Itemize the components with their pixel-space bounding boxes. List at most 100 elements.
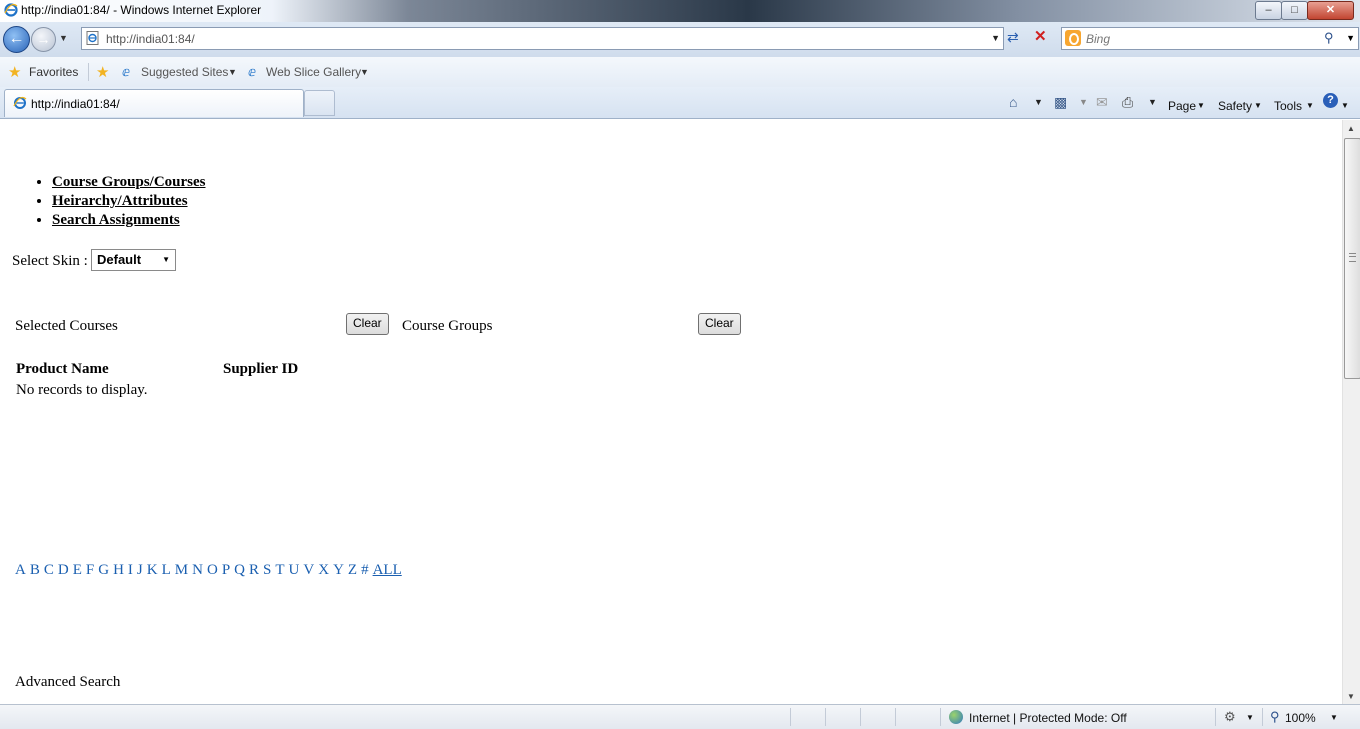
letter-filter-n[interactable]: N: [192, 562, 203, 578]
stop-icon[interactable]: ✕: [1034, 27, 1047, 45]
web-slice-dropdown-icon[interactable]: ▼: [360, 67, 369, 77]
advanced-search-label[interactable]: Advanced Search: [15, 674, 120, 691]
search-options-dropdown-icon[interactable]: ▼: [1346, 33, 1355, 43]
address-url: http://india01:84/: [106, 32, 195, 46]
scroll-down-icon[interactable]: ▼: [1347, 692, 1355, 701]
letter-filter-h[interactable]: H: [113, 562, 124, 578]
help-dropdown-icon[interactable]: ▼: [1341, 101, 1349, 110]
feeds-dropdown-icon[interactable]: ▼: [1079, 97, 1088, 107]
address-dropdown-icon[interactable]: ▼: [991, 33, 1000, 43]
suggested-sites-link[interactable]: Suggested Sites: [141, 65, 228, 79]
suggested-sites-dropdown-icon[interactable]: ▼: [228, 67, 237, 77]
protected-mode-dropdown-icon[interactable]: ▼: [1246, 713, 1254, 722]
column-header-product-name[interactable]: Product Name: [16, 361, 109, 378]
skin-select[interactable]: Default ▼: [91, 249, 176, 271]
internet-zone-globe-icon: [949, 710, 963, 724]
letter-filter-c[interactable]: C: [44, 562, 54, 578]
zoom-level[interactable]: 100%: [1285, 711, 1316, 725]
letter-filter-l[interactable]: L: [162, 562, 171, 578]
bing-icon: [1065, 30, 1081, 46]
scrollbar-thumb[interactable]: [1344, 138, 1360, 379]
page-menu[interactable]: Page: [1168, 99, 1196, 113]
select-skin-label: Select Skin :: [12, 253, 88, 269]
search-assignments-link[interactable]: Search Assignments: [52, 212, 180, 228]
zoom-icon[interactable]: ⚲: [1270, 709, 1280, 725]
tools-menu[interactable]: Tools: [1274, 99, 1302, 113]
tools-menu-dropdown-icon[interactable]: ▼: [1306, 101, 1314, 110]
ie-logo-icon: [4, 3, 18, 17]
letter-filter-all[interactable]: ALL: [373, 562, 402, 578]
favorites-bar: ★ Favorites ★ ⅇ Suggested Sites ▼ ⅇ Web …: [0, 57, 1360, 88]
status-bar: Internet | Protected Mode: Off ⚙ ▼ ⚲ 100…: [0, 704, 1360, 729]
letter-filter-p[interactable]: P: [222, 562, 230, 578]
favorites-button[interactable]: Favorites: [29, 65, 78, 79]
alphabet-filter: A B C D E F G H I J K L M N O P Q R S T U V X Y Z # ALL: [15, 562, 406, 579]
print-dropdown-icon[interactable]: ▼: [1148, 97, 1157, 107]
letter-filter-hash[interactable]: #: [361, 562, 369, 578]
letter-filter-j[interactable]: J: [137, 562, 143, 578]
address-bar[interactable]: http://india01:84/ ▼: [81, 27, 1004, 50]
clear-selected-courses-button[interactable]: Clear: [346, 313, 389, 335]
letter-filter-a[interactable]: A: [15, 562, 26, 578]
letter-filter-k[interactable]: K: [147, 562, 158, 578]
close-button[interactable]: ✕: [1307, 1, 1354, 20]
page-menu-dropdown-icon[interactable]: ▼: [1197, 101, 1205, 110]
safety-menu[interactable]: Safety: [1218, 99, 1252, 113]
course-groups-courses-link[interactable]: Course Groups/Courses: [52, 174, 206, 190]
feeds-icon[interactable]: ▩: [1054, 94, 1067, 111]
letter-filter-u[interactable]: U: [289, 562, 300, 578]
letter-filter-t[interactable]: T: [275, 562, 284, 578]
page-content: Course Groups/Courses Heirarchy/Attribut…: [2, 120, 1340, 704]
tab-label: http://india01:84/: [31, 97, 120, 111]
list-item: Heirarchy/Attributes: [52, 193, 206, 212]
ie-page-icon: ⅇ: [248, 64, 256, 79]
page-icon: [86, 31, 99, 45]
home-icon[interactable]: ⌂: [1009, 94, 1017, 110]
protected-mode-icon[interactable]: ⚙: [1224, 709, 1236, 725]
scroll-up-icon[interactable]: ▲: [1347, 124, 1355, 133]
letter-filter-o[interactable]: O: [207, 562, 218, 578]
grip-icon: [1349, 253, 1356, 262]
compatibility-refresh-icon[interactable]: ⇄: [1007, 29, 1019, 46]
page-icon: [13, 96, 27, 109]
letter-filter-r[interactable]: R: [249, 562, 259, 578]
column-header-supplier-id[interactable]: Supplier ID: [223, 361, 298, 378]
letter-filter-i[interactable]: I: [128, 562, 133, 578]
zoom-dropdown-icon[interactable]: ▼: [1330, 713, 1338, 722]
print-icon[interactable]: ⎙: [1122, 94, 1133, 111]
add-to-favorites-icon[interactable]: ★: [96, 63, 109, 81]
letter-filter-y[interactable]: Y: [333, 562, 344, 578]
window-title: http://india01:84/ - Windows Internet Ex…: [21, 3, 262, 17]
heirarchy-attributes-link[interactable]: Heirarchy/Attributes: [52, 193, 188, 209]
search-box[interactable]: Bing ⚲ ▼: [1061, 27, 1359, 50]
letter-filter-s[interactable]: S: [263, 562, 271, 578]
search-icon[interactable]: ⚲: [1324, 30, 1334, 46]
letter-filter-x[interactable]: X: [318, 562, 329, 578]
letter-filter-e[interactable]: E: [73, 562, 82, 578]
safety-menu-dropdown-icon[interactable]: ▼: [1254, 101, 1262, 110]
letter-filter-b[interactable]: B: [30, 562, 40, 578]
home-dropdown-icon[interactable]: ▼: [1034, 97, 1043, 107]
vertical-scrollbar[interactable]: ▲ ▼: [1342, 120, 1360, 704]
favorites-star-icon[interactable]: ★: [8, 63, 21, 81]
letter-filter-g[interactable]: G: [98, 562, 109, 578]
letter-filter-f[interactable]: F: [86, 562, 94, 578]
letter-filter-q[interactable]: Q: [234, 562, 245, 578]
help-icon[interactable]: ?: [1323, 93, 1338, 108]
letter-filter-d[interactable]: D: [58, 562, 69, 578]
maximize-button[interactable]: □: [1281, 1, 1308, 20]
letter-filter-z[interactable]: Z: [348, 562, 357, 578]
web-slice-gallery-link[interactable]: Web Slice Gallery: [266, 65, 361, 79]
forward-button[interactable]: →: [31, 27, 56, 52]
no-records-message: No records to display.: [16, 382, 148, 398]
clear-course-groups-button[interactable]: Clear: [698, 313, 741, 335]
letter-filter-v[interactable]: V: [303, 562, 314, 578]
letter-filter-m[interactable]: M: [175, 562, 188, 578]
tab-active[interactable]: http://india01:84/: [4, 89, 304, 117]
minimize-button[interactable]: –: [1255, 1, 1282, 20]
recent-pages-dropdown-icon[interactable]: ▼: [59, 33, 68, 43]
new-tab-button[interactable]: [304, 90, 335, 116]
mail-icon[interactable]: ✉: [1096, 94, 1108, 111]
security-zone-text[interactable]: Internet | Protected Mode: Off: [969, 711, 1127, 725]
back-button[interactable]: ←: [3, 26, 30, 53]
